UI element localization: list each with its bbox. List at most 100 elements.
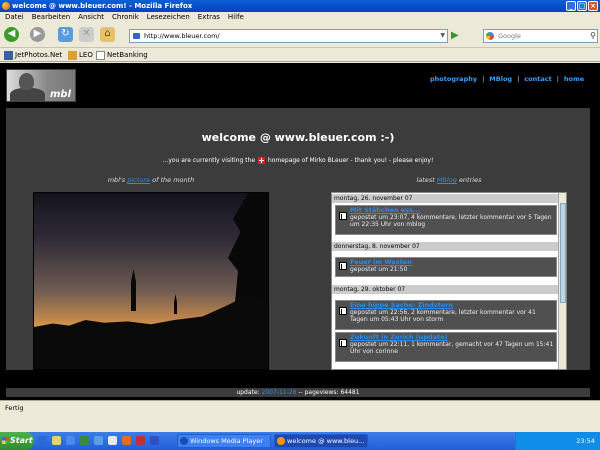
page-icon xyxy=(96,50,105,60)
site-logo[interactable]: mbl xyxy=(6,69,76,102)
media-player-icon xyxy=(180,437,188,445)
task-windows-media-player[interactable]: Windows Media Player xyxy=(177,434,271,448)
bookmark-jetphotos[interactable]: JetPhotos.Net xyxy=(4,48,62,62)
bookmarks-toolbar: JetPhotos.Net LEO NetBanking xyxy=(0,48,600,62)
menu-lesezeichen[interactable]: Lesezeichen xyxy=(147,12,190,23)
search-input[interactable]: Google ⚲ xyxy=(483,29,598,43)
heading-pre: mbl's xyxy=(107,176,126,184)
menu-extras[interactable]: Extras xyxy=(198,12,220,23)
nav-home[interactable]: home xyxy=(564,75,584,83)
firefox-icon xyxy=(277,437,285,445)
picture-link[interactable]: picture xyxy=(127,176,150,184)
status-text: Fertig xyxy=(5,404,24,412)
latest-entries-heading: latest MBlog entries xyxy=(331,176,567,184)
nav-mblog[interactable]: MBlog xyxy=(489,75,512,83)
start-button[interactable]: Start xyxy=(0,432,34,450)
list-item: Feuer im Westen gepostet um 21:50 xyxy=(335,257,557,277)
minimize-button[interactable]: _ xyxy=(566,1,576,11)
day-header: montag, 26. november 07 xyxy=(332,194,559,203)
blog-icon xyxy=(339,262,347,270)
blog-entries-frame: montag, 26. november 07 Mit Stäbchen ess… xyxy=(331,192,567,370)
status-bar: Fertig xyxy=(0,400,600,414)
jetphotos-icon xyxy=(4,50,13,60)
show-desktop-icon[interactable] xyxy=(38,436,47,445)
nav-contact[interactable]: contact xyxy=(524,75,551,83)
window-title-bar[interactable]: welcome @ www.bleuer.com! - Mozilla Fire… xyxy=(0,0,600,12)
entry-title-link[interactable]: Eine hippe Sache: Zindstern xyxy=(350,302,554,309)
task-label: welcome @ www.bleu... xyxy=(287,437,365,445)
swiss-flag-icon xyxy=(257,157,265,164)
start-label: Start xyxy=(10,436,33,445)
forward-button[interactable]: ▶ xyxy=(30,27,45,42)
site-nav: photography | MBlog | contact | home xyxy=(430,75,585,83)
pageviews-value: 64481 xyxy=(340,389,360,396)
nav-photography[interactable]: photography xyxy=(430,75,477,83)
blog-icon xyxy=(339,307,347,315)
windows-logo-icon xyxy=(2,437,9,444)
go-button[interactable]: ▶ xyxy=(451,30,461,41)
home-button[interactable]: ⌂ xyxy=(100,27,115,42)
ie-icon[interactable] xyxy=(66,436,75,445)
menu-datei[interactable]: Datei xyxy=(5,12,24,23)
task-label: Windows Media Player xyxy=(190,437,263,445)
app-icon[interactable] xyxy=(80,436,89,445)
maximize-button[interactable]: □ xyxy=(577,1,587,11)
firefox-icon xyxy=(2,2,10,10)
bookmark-label: NetBanking xyxy=(107,51,148,59)
subtitle-after: homepage of Mirko BLeuer - thank you! - … xyxy=(267,157,434,164)
firefox-icon[interactable] xyxy=(122,436,131,445)
reload-button[interactable]: ↻ xyxy=(58,27,73,42)
google-icon[interactable] xyxy=(486,32,494,40)
site-footer: update: 2007-11-26 -- pageviews: 64481 xyxy=(6,388,590,397)
menu-bearbeiten[interactable]: Bearbeiten xyxy=(32,12,70,23)
pageviews-label: pageviews: xyxy=(304,389,339,396)
entry-meta: gepostet um 22:56, 2 kommentare, letzter… xyxy=(350,309,536,323)
entries-scrollbar[interactable] xyxy=(558,193,566,369)
heading-pre: latest xyxy=(416,176,435,184)
app-icon[interactable] xyxy=(108,436,117,445)
explorer-icon[interactable] xyxy=(52,436,61,445)
entry-title-link[interactable]: Zukunft in Zürich (update) xyxy=(350,334,554,341)
heading-post: entries xyxy=(458,176,482,184)
logo-text: mbl xyxy=(49,89,71,100)
list-item: Eine hippe Sache: Zindstern gepostet um … xyxy=(335,300,557,330)
leo-icon xyxy=(68,50,77,60)
url-dropdown-icon[interactable]: ▼ xyxy=(440,30,445,42)
entry-meta: gepostet um 22:11, 1 kommentar, gemacht … xyxy=(350,341,554,355)
menu-hilfe[interactable]: Hilfe xyxy=(228,12,244,23)
app-icon[interactable] xyxy=(136,436,145,445)
menu-bar: Datei Bearbeiten Ansicht Chronik Lesezei… xyxy=(0,12,600,23)
picture-of-month[interactable] xyxy=(33,192,269,370)
bookmark-netbanking[interactable]: NetBanking xyxy=(96,48,148,62)
app-icon[interactable] xyxy=(150,436,159,445)
stop-button[interactable]: ✕ xyxy=(79,27,94,42)
clock[interactable]: 23:54 xyxy=(576,437,595,445)
update-value: 2007-11-26 xyxy=(261,389,297,396)
task-firefox[interactable]: welcome @ www.bleu... xyxy=(274,434,368,448)
mail-icon[interactable] xyxy=(94,436,103,445)
update-label: update: xyxy=(236,389,260,396)
blog-icon xyxy=(339,339,347,347)
menu-ansicht[interactable]: Ansicht xyxy=(78,12,104,23)
mblog-link[interactable]: MBlog xyxy=(437,176,457,184)
list-item: Zukunft in Zürich (update) gepostet um 2… xyxy=(335,332,557,362)
site-favicon-icon xyxy=(133,33,140,39)
system-tray: 23:54 xyxy=(515,432,600,450)
list-item: Mit Stäbchen ess... gepostet um 23:07, 4… xyxy=(335,205,557,235)
day-header: donnerstag, 8. november 07 xyxy=(332,242,559,251)
entry-title-link[interactable]: Feuer im Westen xyxy=(350,259,554,266)
heading-post: of the month xyxy=(152,176,195,184)
url-text: http://www.bleuer.com/ xyxy=(144,32,220,40)
day-header: montag, 29. oktober 07 xyxy=(332,285,559,294)
close-button[interactable]: × xyxy=(588,1,598,11)
bookmark-label: LEO xyxy=(79,51,93,59)
search-icon[interactable]: ⚲ xyxy=(590,30,596,42)
bookmark-leo[interactable]: LEO xyxy=(68,48,93,62)
url-bar[interactable]: http://www.bleuer.com/ ▼ xyxy=(129,29,448,43)
picture-of-month-heading: mbl's picture of the month xyxy=(33,176,269,184)
page-title: welcome @ www.bleuer.com :-) xyxy=(201,131,395,144)
entry-title-link[interactable]: Mit Stäbchen ess... xyxy=(350,207,554,214)
back-button[interactable]: ◀ xyxy=(4,27,19,42)
entry-meta: gepostet um 23:07, 4 kommentare, letzter… xyxy=(350,214,552,228)
menu-chronik[interactable]: Chronik xyxy=(112,12,139,23)
